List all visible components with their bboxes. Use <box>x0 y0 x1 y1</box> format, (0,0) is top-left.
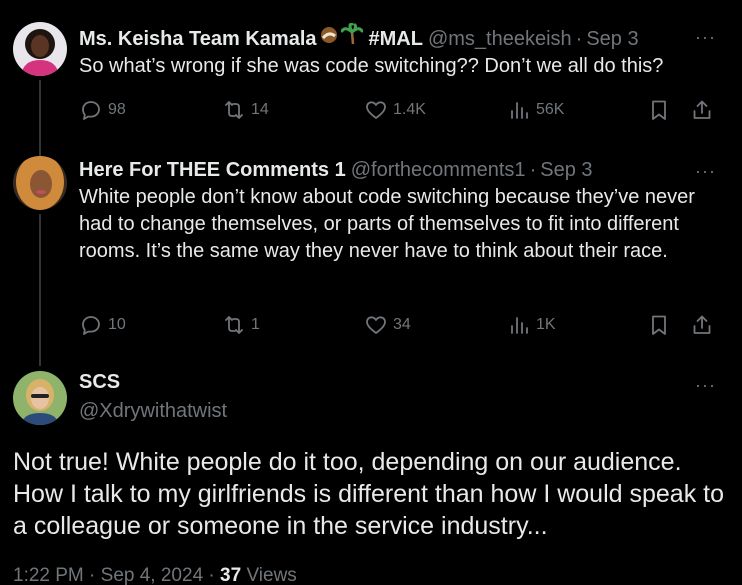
more-options-icon[interactable]: ··· <box>695 376 716 394</box>
like-count: 1.4K <box>393 101 426 118</box>
avatar[interactable] <box>13 371 67 425</box>
tweet-text: So what’s wrong if she was code switchin… <box>79 55 664 77</box>
share-button[interactable] <box>690 98 714 122</box>
tweet-date[interactable]: Sep 4, 2024 <box>101 565 203 585</box>
user-handle[interactable]: @forthecomments1 <box>351 157 526 183</box>
heart-icon <box>366 101 386 119</box>
tweet-date[interactable]: Sep 3 <box>586 26 638 52</box>
tweet-header: Ms. Keisha Team Kamala #MAL @ms_theekeis… <box>79 22 716 52</box>
views-count: 1K <box>536 316 556 333</box>
user-handle[interactable]: @ms_theekeish <box>428 26 572 52</box>
share-icon <box>693 315 711 334</box>
repost-count: 14 <box>251 101 269 118</box>
display-name[interactable]: Ms. Keisha Team Kamala <box>79 26 317 52</box>
views-label: Views <box>246 565 297 585</box>
views-chart-icon <box>511 317 528 334</box>
avatar[interactable] <box>13 156 67 210</box>
reply-icon <box>82 316 100 335</box>
views-button[interactable]: 1K <box>507 313 556 337</box>
tweet-text: Not true! White people do it too, depend… <box>13 448 724 540</box>
tweet-header: Here For THEE Comments 1 @forthecomments… <box>79 157 716 183</box>
display-name[interactable]: SCS <box>79 371 120 394</box>
action-bar: 98 14 1.4K 56K <box>79 98 716 124</box>
avatar[interactable] <box>13 22 67 76</box>
display-name[interactable]: Here For THEE Comments 1 <box>79 157 346 183</box>
like-count: 34 <box>393 316 411 333</box>
more-options-icon[interactable]: ··· <box>695 28 716 46</box>
reply-count: 98 <box>108 101 126 118</box>
separator-dot: · <box>89 565 96 585</box>
tweet-date[interactable]: Sep 3 <box>540 157 592 183</box>
repost-count: 1 <box>251 316 260 333</box>
palm-tree-icon <box>340 22 364 52</box>
reply-count: 10 <box>108 316 126 333</box>
bookmark-button[interactable] <box>647 313 671 337</box>
reply-icon <box>82 101 100 120</box>
heart-icon <box>366 316 386 334</box>
repost-button[interactable]: 14 <box>222 98 269 122</box>
more-options-icon[interactable]: ··· <box>695 162 716 180</box>
reply-button[interactable]: 10 <box>79 313 126 337</box>
bookmark-button[interactable] <box>647 98 671 122</box>
tweet-time[interactable]: 1:22 PM <box>13 565 84 585</box>
bookmark-icon <box>652 315 666 335</box>
views-count: 37 <box>220 565 242 585</box>
like-button[interactable]: 1.4K <box>364 98 426 122</box>
repost-icon <box>225 316 243 334</box>
tweet-reply-2[interactable]: Here For THEE Comments 1 @forthecomments… <box>0 150 742 350</box>
user-handle[interactable]: @Xdrywithatwist <box>79 400 227 423</box>
share-button[interactable] <box>690 313 714 337</box>
separator-dot: · <box>575 28 583 50</box>
display-name-tag: #MAL <box>368 28 423 50</box>
bookmark-icon <box>652 100 666 120</box>
views-count: 56K <box>536 101 565 118</box>
reply-button[interactable]: 98 <box>79 98 126 122</box>
repost-icon <box>225 101 243 119</box>
tweet-text: White people don’t know about code switc… <box>79 186 695 262</box>
like-button[interactable]: 34 <box>364 313 411 337</box>
share-icon <box>693 100 711 119</box>
views-button[interactable]: 56K <box>507 98 564 122</box>
coconut-icon <box>319 25 339 52</box>
tweet-reply-1[interactable]: Ms. Keisha Team Kamala #MAL @ms_theekeis… <box>0 0 742 140</box>
repost-button[interactable]: 1 <box>222 313 260 337</box>
separator-dot: · <box>529 159 537 181</box>
action-bar: 10 1 34 1K <box>79 313 716 339</box>
views-chart-icon <box>511 102 528 119</box>
tweet-metadata: 1:22 PM · Sep 4, 2024 · 37 Views <box>13 565 297 585</box>
separator-dot: · <box>208 565 215 585</box>
